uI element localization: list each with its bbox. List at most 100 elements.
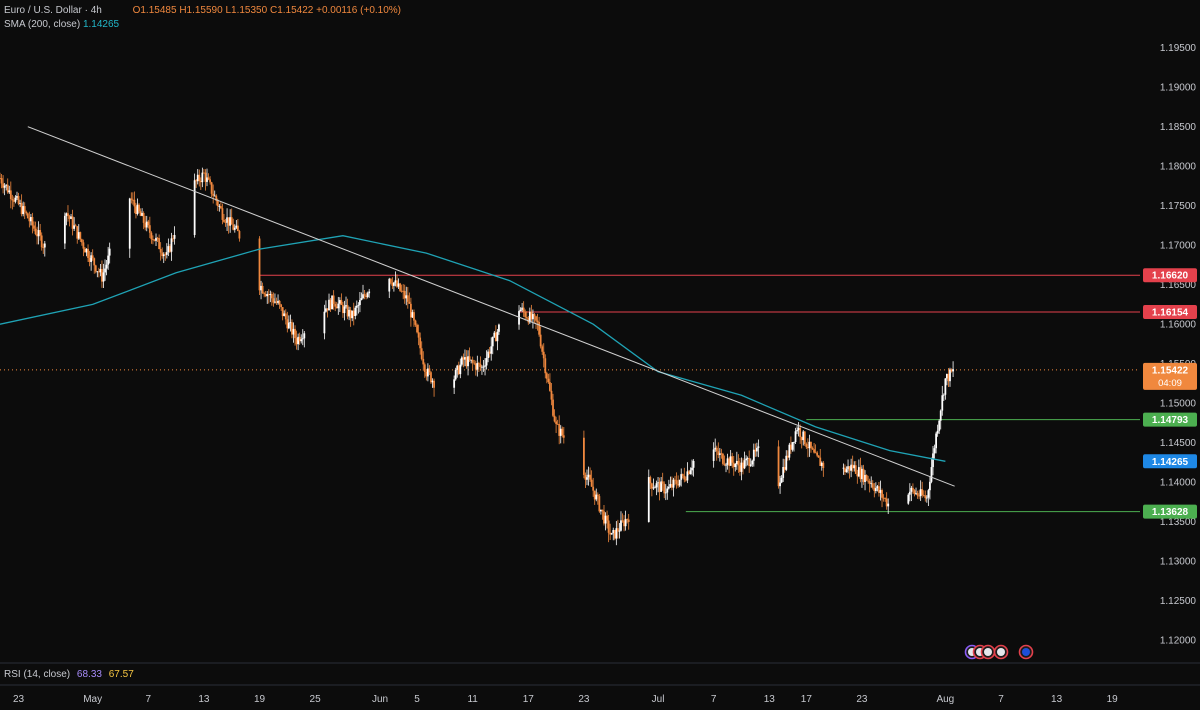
candle <box>624 510 627 531</box>
event-flag-icon[interactable] <box>980 644 996 660</box>
price-chart[interactable]: 1.19500 1.19000 1.18500 1.18000 1.17500 1.170… <box>0 0 1200 710</box>
candle-body <box>281 307 284 317</box>
candle-body <box>650 483 653 489</box>
candle-body <box>340 300 343 305</box>
x-tick-label: 17 <box>801 694 813 705</box>
candle <box>718 448 721 462</box>
candle <box>152 235 154 245</box>
candle <box>402 284 405 300</box>
trendline[interactable] <box>27 126 955 487</box>
candle <box>76 225 79 244</box>
candle-body <box>678 479 681 486</box>
candle-body <box>598 496 601 512</box>
candle-body <box>278 300 281 305</box>
candle-body <box>70 216 72 219</box>
candle <box>94 264 97 274</box>
candle <box>366 291 369 299</box>
candle-body <box>426 368 429 377</box>
x-tick-label: 23 <box>856 694 868 705</box>
candle-body <box>811 448 814 450</box>
candle-body <box>586 477 588 480</box>
candle-body <box>939 410 942 421</box>
level-label-4-text: 1.13628 <box>1152 507 1189 518</box>
candle <box>406 287 409 309</box>
y-tick-label: 1.15000 <box>1160 399 1197 410</box>
candle <box>777 440 780 489</box>
candle <box>230 208 233 225</box>
candle-body <box>791 442 794 450</box>
candle <box>6 178 9 194</box>
candle <box>331 295 334 310</box>
candle-body <box>141 213 144 216</box>
candle-body <box>284 313 287 320</box>
candle <box>519 307 522 312</box>
candle-body <box>477 363 480 364</box>
candle-body <box>274 301 276 303</box>
candle <box>797 422 800 437</box>
candle <box>950 368 953 373</box>
candle <box>409 297 412 327</box>
candle-body <box>19 203 21 204</box>
candle <box>675 472 678 489</box>
candle <box>791 442 794 452</box>
candle-body <box>783 467 786 470</box>
candle-body <box>882 497 885 499</box>
candle <box>493 330 496 339</box>
candle-body <box>94 265 97 272</box>
candle <box>681 473 684 479</box>
candle-body <box>921 489 924 495</box>
candle <box>728 456 731 474</box>
candle <box>780 475 783 484</box>
candle <box>326 308 329 318</box>
candle-body <box>933 448 936 454</box>
candle-body <box>396 280 398 287</box>
event-flag-icon[interactable] <box>993 644 1009 660</box>
candle <box>864 470 866 491</box>
event-flag-icon[interactable] <box>1018 644 1034 660</box>
candle <box>671 476 673 491</box>
candle-body <box>717 451 720 455</box>
candle <box>329 298 332 313</box>
candle <box>550 382 553 406</box>
candle <box>779 475 781 494</box>
candle-body <box>232 224 235 230</box>
candle <box>203 169 205 174</box>
candle-body <box>391 282 394 286</box>
candle <box>17 192 20 206</box>
candle <box>664 484 667 501</box>
candle <box>845 466 848 473</box>
candle-body <box>457 365 460 375</box>
candle <box>281 307 284 321</box>
candle-body <box>292 328 295 335</box>
candle <box>433 378 435 397</box>
candle <box>598 494 601 513</box>
candle <box>270 291 273 306</box>
candle <box>743 451 746 470</box>
candle-body <box>908 491 911 495</box>
candle <box>607 514 610 543</box>
candle <box>130 192 133 204</box>
candle-body <box>40 235 43 248</box>
candle <box>814 444 817 454</box>
candle <box>128 197 131 258</box>
candle-body <box>77 232 80 239</box>
sma-axis-label: 1.14265 <box>1143 454 1197 469</box>
candle-body <box>203 172 205 174</box>
candle-body <box>481 366 483 368</box>
candle-body <box>686 471 689 481</box>
candle-body <box>173 235 176 239</box>
candle-body <box>294 328 296 339</box>
candle <box>936 424 939 437</box>
candle-body <box>627 519 630 522</box>
candle <box>28 211 31 228</box>
candle <box>587 466 590 486</box>
candle <box>876 485 879 492</box>
candle-body <box>107 255 110 265</box>
candle <box>916 490 919 499</box>
candle <box>870 476 873 488</box>
candle <box>857 459 860 478</box>
candle <box>549 373 551 392</box>
candle <box>139 208 142 217</box>
candle-body <box>916 493 919 496</box>
candle-body <box>915 493 917 494</box>
